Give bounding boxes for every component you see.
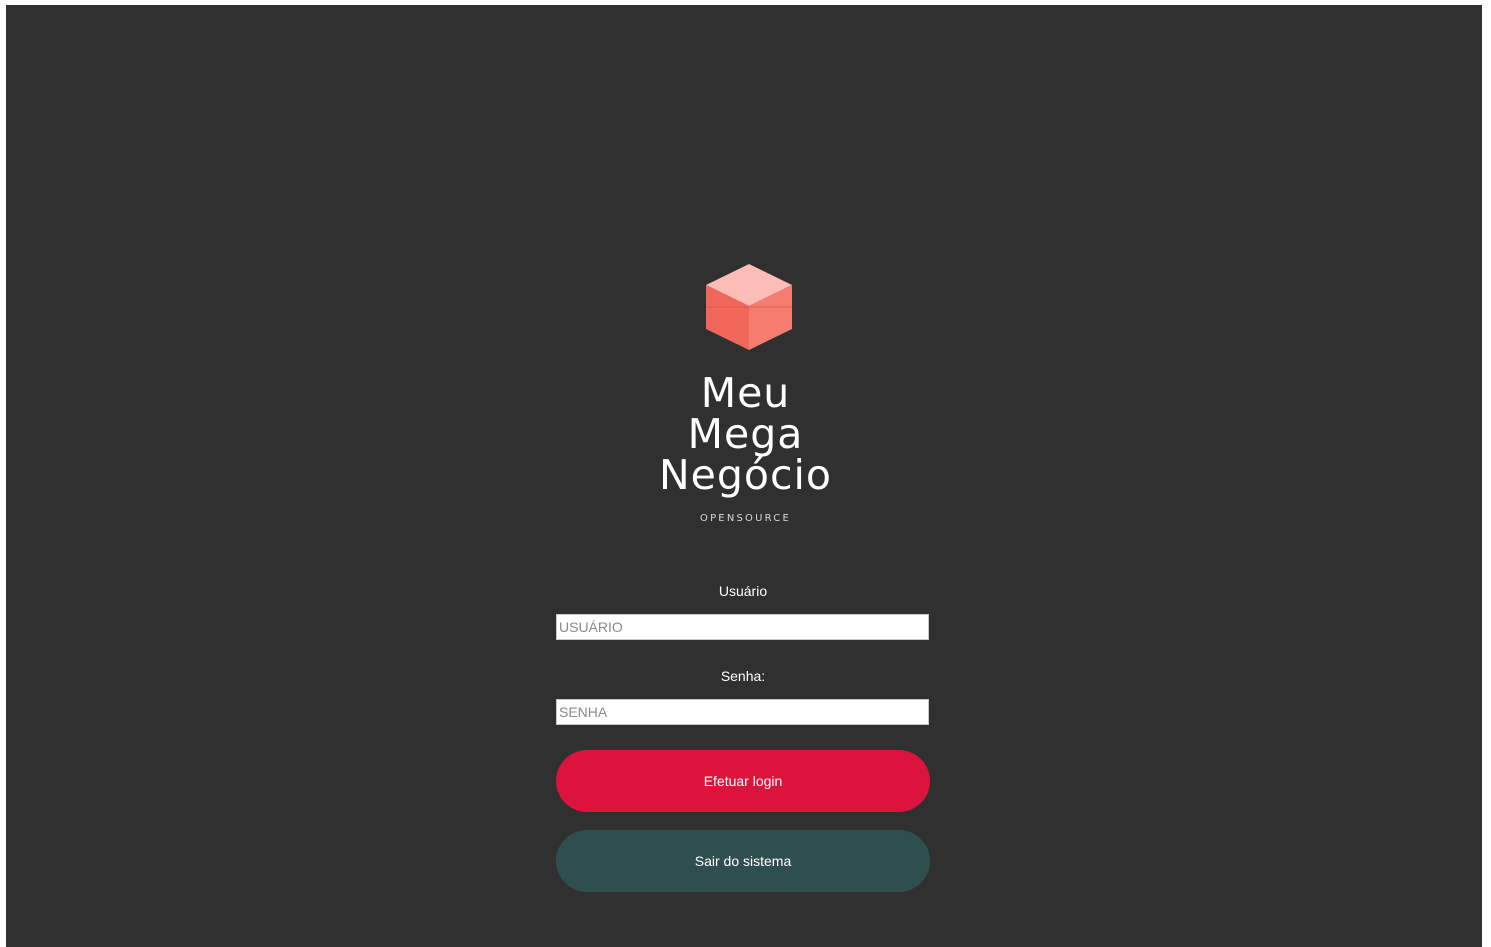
exit-button[interactable]: Sair do sistema [556,830,930,892]
brand-title-line-1: Meu [700,369,791,417]
brand-subtitle: OPENSOURCE [700,513,791,524]
username-input[interactable] [556,614,929,640]
brand-title-line-3: Negócio [658,451,833,499]
password-input[interactable] [556,699,929,725]
password-label: Senha: [720,668,766,684]
cube-icon [706,264,792,350]
login-button[interactable]: Efetuar login [556,750,930,812]
username-label: Usuário [718,583,768,599]
brand-title-line-2: Mega [687,410,804,458]
